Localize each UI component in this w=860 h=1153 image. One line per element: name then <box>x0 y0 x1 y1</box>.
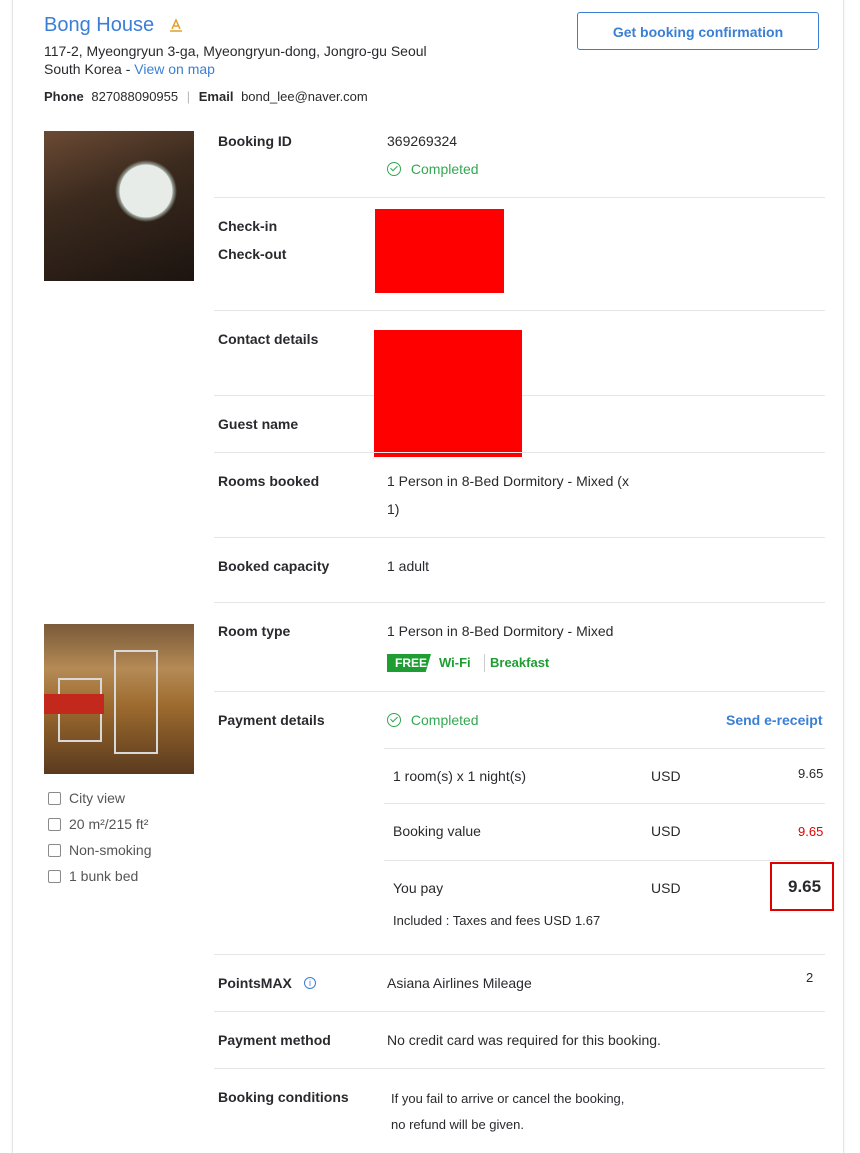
email-value: bond_lee@naver.com <box>241 89 368 104</box>
payment-status-text: Completed <box>410 712 479 728</box>
row-divider <box>384 860 825 861</box>
amenity-non-smoking: Non-smoking <box>69 842 152 858</box>
booking-value-currency: USD <box>651 823 681 839</box>
booking-status: Completed <box>387 161 479 177</box>
booking-conditions-label: Booking conditions <box>218 1089 349 1105</box>
row-divider <box>214 452 825 453</box>
row-divider <box>214 1068 825 1069</box>
breakfast-benefit: Breakfast <box>490 655 550 670</box>
free-badge: FREE <box>387 654 431 672</box>
guest-name-label: Guest name <box>218 416 299 432</box>
hotel-contact-line: Phone 827088090955 | Email bond_lee@nave… <box>44 89 368 104</box>
check-circle-icon <box>387 162 401 176</box>
star-rating-icon <box>168 17 186 35</box>
total-price-highlight <box>770 862 834 911</box>
city-view-icon <box>48 792 61 805</box>
row-divider <box>214 691 825 692</box>
row-divider <box>384 748 825 749</box>
check-circle-icon <box>387 713 401 727</box>
booked-capacity-label: Booked capacity <box>218 558 330 574</box>
booking-value-label: Booking value <box>393 823 481 839</box>
pointsmax-program: Asiana Airlines Mileage <box>387 975 532 991</box>
room-size-icon <box>48 818 61 831</box>
rooms-booked-line2: 1) <box>387 501 400 517</box>
row-divider <box>214 1011 825 1012</box>
booking-status-text: Completed <box>410 161 479 177</box>
room-night-label: 1 room(s) x 1 night(s) <box>393 768 527 784</box>
rooms-booked-label: Rooms booked <box>218 473 320 489</box>
room-type-label: Room type <box>218 623 291 639</box>
redacted-contact <box>374 330 522 457</box>
booking-conditions-line1: If you fail to arrive or cancel the book… <box>391 1091 625 1106</box>
phone-label: Phone <box>44 89 84 104</box>
non-smoking-icon <box>48 844 61 857</box>
room-photo[interactable] <box>44 624 194 774</box>
view-on-map-link[interactable]: View on map <box>134 61 215 77</box>
row-divider <box>384 803 825 804</box>
hotel-name[interactable]: Bong House <box>44 14 154 37</box>
get-booking-confirmation-button[interactable]: Get booking confirmation <box>577 12 819 50</box>
hotel-country: South Korea - <box>44 61 135 77</box>
bedding <box>44 694 104 714</box>
hotel-address-line1: 117-2, Myeongryun 3-ga, Myeongryun-dong,… <box>44 43 427 59</box>
rooms-booked-line1: 1 Person in 8-Bed Dormitory - Mixed (x <box>387 473 629 489</box>
row-divider <box>214 537 825 538</box>
booking-id-label: Booking ID <box>218 133 292 149</box>
contact-details-label: Contact details <box>218 331 319 347</box>
amenity-bed: 1 bunk bed <box>69 868 139 884</box>
send-e-receipt-link[interactable]: Send e-receipt <box>726 712 822 728</box>
bed-icon <box>48 870 61 883</box>
hotel-address-line2: South Korea - View on map <box>44 61 215 77</box>
payment-method-label: Payment method <box>218 1032 331 1048</box>
payment-method-value: No credit card was required for this boo… <box>387 1032 661 1048</box>
row-divider <box>214 602 825 603</box>
booking-conditions-line2: no refund will be given. <box>391 1117 524 1132</box>
row-divider <box>214 310 825 311</box>
amenity-room-size: 20 m²/215 ft² <box>69 816 149 832</box>
booked-capacity-value: 1 adult <box>387 558 430 574</box>
you-pay-currency: USD <box>651 880 681 896</box>
room-type-value: 1 Person in 8-Bed Dormitory - Mixed <box>387 623 614 639</box>
payment-details-label: Payment details <box>218 712 325 728</box>
bunk-frame <box>114 650 158 754</box>
info-icon[interactable]: i <box>304 977 316 989</box>
you-pay-label: You pay <box>393 880 444 896</box>
room-night-currency: USD <box>651 768 681 784</box>
redacted-dates <box>375 209 504 293</box>
email-label: Email <box>198 89 234 104</box>
hotel-photo[interactable] <box>44 131 194 281</box>
pointsmax-label: PointsMAX <box>218 975 292 991</box>
booking-id-value: 369269324 <box>387 133 458 149</box>
checkin-label: Check-in <box>218 218 278 234</box>
wifi-benefit: Wi-Fi <box>439 655 471 670</box>
row-divider <box>214 954 825 955</box>
amenity-city-view: City view <box>69 790 126 806</box>
separator: | <box>186 89 191 104</box>
booking-value-amount: 9.65 <box>798 824 824 839</box>
benefit-separator <box>484 654 485 672</box>
room-night-amount: 9.65 <box>798 766 824 781</box>
payment-status: Completed <box>387 712 479 728</box>
taxes-included-note: Included : Taxes and fees USD 1.67 <box>393 913 601 928</box>
pointsmax-value: 2 <box>806 970 814 985</box>
row-divider <box>214 197 825 198</box>
phone-value: 827088090955 <box>91 89 179 104</box>
checkout-label: Check-out <box>218 246 287 262</box>
